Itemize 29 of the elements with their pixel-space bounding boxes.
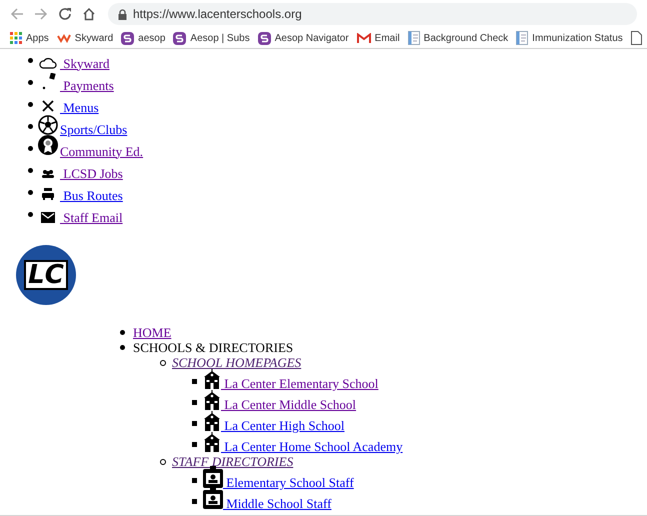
- school-link[interactable]: Elementary School Staff: [223, 475, 354, 490]
- bookmark-item[interactable]: Immunization Status: [516, 30, 623, 46]
- bookmark-item[interactable]: aesop: [121, 30, 166, 46]
- quick-link[interactable]: Payments: [60, 76, 114, 95]
- url-text: https://www.lacenterschools.org: [133, 6, 302, 23]
- bookmark-item[interactable]: Aesop | Subs: [173, 30, 250, 46]
- address-bar[interactable]: https://www.lacenterschools.org: [108, 3, 637, 25]
- school-link[interactable]: La Center Middle School: [221, 397, 356, 412]
- quick-link[interactable]: Skyward: [60, 54, 110, 73]
- quick-link[interactable]: Staff Email: [60, 208, 123, 227]
- district-logo: LC: [16, 245, 76, 305]
- nav-heading: SCHOOLS & DIRECTORIES: [133, 340, 294, 355]
- quick-link[interactable]: Bus Routes: [60, 186, 123, 205]
- bookmark-item[interactable]: Apps: [10, 30, 49, 46]
- school-link[interactable]: La Center Home School Academy: [221, 439, 403, 454]
- quick-link[interactable]: LCSD Jobs: [60, 164, 123, 183]
- school-link[interactable]: Middle School Staff: [223, 496, 332, 511]
- nav-link[interactable]: HOME: [133, 325, 172, 340]
- quick-link[interactable]: Sports/Clubs: [60, 120, 128, 139]
- bookmark-item[interactable]: Email: [356, 30, 400, 46]
- bookmark-item[interactable]: Skyward: [56, 30, 114, 46]
- school-link[interactable]: La Center High School: [221, 418, 344, 433]
- quick-link[interactable]: Menus: [60, 98, 99, 117]
- bookmark-item[interactable]: Aesop Navigator: [258, 30, 349, 46]
- section-link[interactable]: SCHOOL HOMEPAGES: [172, 355, 302, 370]
- school-link[interactable]: La Center Elementary School: [221, 376, 378, 391]
- bookmark-item[interactable]: Background Check: [408, 30, 508, 46]
- section-link[interactable]: STAFF DIRECTORIES: [172, 454, 294, 469]
- quick-link[interactable]: Community Ed.: [60, 142, 144, 161]
